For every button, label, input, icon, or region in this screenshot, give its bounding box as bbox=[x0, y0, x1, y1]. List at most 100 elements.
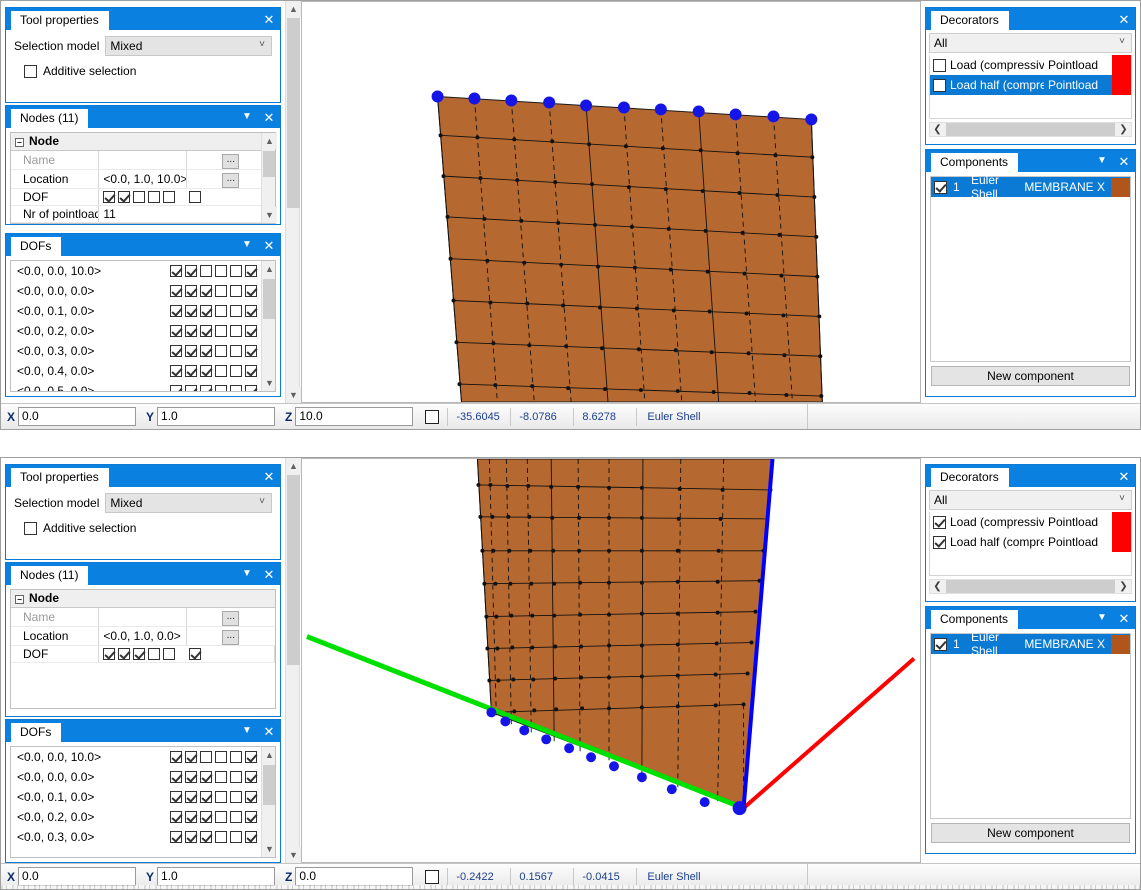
table-row[interactable]: Name ... bbox=[11, 150, 275, 170]
dof-checkbox-2[interactable] bbox=[185, 751, 197, 763]
dof-checkbox-6[interactable] bbox=[245, 305, 257, 317]
dof-checkbox-2[interactable] bbox=[185, 385, 197, 391]
dof-checkbox-group[interactable] bbox=[170, 811, 257, 823]
close-icon[interactable]: ✕ bbox=[262, 470, 276, 483]
dof-checkbox-4[interactable] bbox=[215, 791, 227, 803]
close-icon[interactable]: ✕ bbox=[262, 568, 276, 581]
panel-tab-title[interactable]: Tool properties bbox=[11, 468, 109, 487]
dof-checkbox-1[interactable] bbox=[170, 751, 182, 763]
component-list-item[interactable]: 1 Euler Shell MEMBRANE X bbox=[931, 630, 1130, 658]
additive-selection-row[interactable]: Additive selection bbox=[6, 515, 280, 543]
dof-checkbox-6[interactable] bbox=[245, 751, 257, 763]
dof-checkbox-2[interactable] bbox=[185, 831, 197, 843]
dof-checkbox-1[interactable] bbox=[170, 305, 182, 317]
dof-checkbox-3[interactable] bbox=[133, 190, 146, 203]
dof-checkbox-group[interactable] bbox=[170, 791, 257, 803]
dof-checkbox-1[interactable] bbox=[170, 811, 182, 823]
collapse-icon[interactable]: − bbox=[15, 137, 24, 147]
dof-checkbox-group[interactable] bbox=[170, 831, 257, 843]
dof-checkbox-1[interactable] bbox=[170, 325, 182, 337]
decorator-hscrollbar[interactable]: ❮ ❯ bbox=[929, 122, 1132, 137]
dof-checkbox-4[interactable] bbox=[215, 385, 227, 391]
x-input[interactable]: 0.0 bbox=[18, 407, 137, 426]
dof-checkbox-3[interactable] bbox=[200, 791, 212, 803]
component-color-swatch[interactable] bbox=[1111, 177, 1130, 197]
additive-selection-row[interactable]: Additive selection bbox=[6, 58, 280, 86]
dof-checkbox-4[interactable] bbox=[215, 265, 227, 277]
additive-selection-checkbox[interactable] bbox=[24, 64, 37, 78]
panel-tab-title[interactable]: Components bbox=[931, 153, 1019, 172]
dof-checkbox-4[interactable] bbox=[215, 325, 227, 337]
property-category-row[interactable]: − Node bbox=[11, 590, 275, 608]
scroll-down-icon[interactable]: ▼ bbox=[262, 841, 275, 857]
dof-checkbox-1[interactable] bbox=[170, 791, 182, 803]
scroll-up-icon[interactable]: ▲ bbox=[286, 1, 301, 17]
viewport-bottom[interactable] bbox=[301, 458, 921, 863]
dof-checkbox-5[interactable] bbox=[230, 345, 242, 357]
scroll-down-icon[interactable]: ▼ bbox=[286, 387, 301, 403]
component-color-swatch[interactable] bbox=[1111, 634, 1130, 654]
dof-checkbox-5[interactable] bbox=[230, 811, 242, 823]
left-dock-scrollbar-top[interactable]: ▲ ▼ bbox=[285, 1, 301, 403]
new-component-button[interactable]: New component bbox=[931, 823, 1130, 843]
close-icon[interactable]: ✕ bbox=[1117, 13, 1131, 26]
dof-checkbox-2[interactable] bbox=[185, 265, 197, 277]
dof-checkbox-6[interactable] bbox=[245, 265, 257, 277]
scrollbar-thumb[interactable] bbox=[263, 151, 275, 177]
selection-model-select[interactable]: Mixed ˅ bbox=[105, 493, 272, 513]
decorator-list-item[interactable]: Load (compressive) Pointload bbox=[930, 512, 1131, 532]
dof-checkbox-group[interactable] bbox=[170, 285, 257, 297]
property-grid-scrollbar[interactable]: ▲ ▼ bbox=[261, 133, 277, 223]
dof-checkbox-group[interactable] bbox=[170, 385, 257, 391]
property-value[interactable] bbox=[98, 150, 188, 170]
scrollbar-thumb[interactable] bbox=[946, 580, 1115, 593]
dof-checkbox-1[interactable] bbox=[170, 365, 182, 377]
dof-checkbox-4[interactable] bbox=[215, 811, 227, 823]
z-input[interactable]: 10.0 bbox=[295, 407, 414, 426]
dof-checkbox-1[interactable] bbox=[170, 385, 182, 391]
dof-checkbox-2[interactable] bbox=[185, 771, 197, 783]
dof-checkbox-4[interactable] bbox=[215, 831, 227, 843]
collapse-icon[interactable]: − bbox=[15, 594, 24, 604]
component-list-item[interactable]: 1 Euler Shell MEMBRANE X bbox=[931, 173, 1130, 201]
ellipsis-button[interactable]: ... bbox=[222, 629, 240, 644]
decorator-visibility-checkbox[interactable] bbox=[933, 58, 946, 72]
dof-checkbox-4[interactable] bbox=[215, 365, 227, 377]
y-input[interactable]: 1.0 bbox=[157, 867, 276, 886]
dof-checkbox-4[interactable] bbox=[215, 285, 227, 297]
dof-list-item[interactable]: <0.0, 0.1, 0.0> bbox=[11, 787, 275, 807]
dof-checkbox-2[interactable] bbox=[185, 345, 197, 357]
dof-checkbox-group[interactable] bbox=[103, 190, 270, 203]
dof-checkbox-3[interactable] bbox=[200, 305, 212, 317]
decorator-color-swatch[interactable] bbox=[1112, 532, 1131, 552]
dof-checkbox-3[interactable] bbox=[200, 751, 212, 763]
decorator-color-swatch[interactable] bbox=[1112, 75, 1131, 95]
chevron-down-icon[interactable]: ▼ bbox=[240, 112, 254, 122]
component-visibility-checkbox[interactable] bbox=[934, 180, 947, 194]
table-row[interactable]: Name ... bbox=[11, 607, 275, 627]
dof-checkbox-5[interactable] bbox=[230, 831, 242, 843]
left-dock-scrollbar-bottom[interactable]: ▲ ▼ bbox=[285, 458, 301, 863]
close-icon[interactable]: ✕ bbox=[262, 725, 276, 738]
scroll-down-icon[interactable]: ▼ bbox=[286, 847, 301, 863]
decorator-visibility-checkbox[interactable] bbox=[933, 78, 946, 92]
scroll-down-icon[interactable]: ▼ bbox=[262, 206, 277, 223]
dof-checkbox-group[interactable] bbox=[170, 771, 257, 783]
dof-list-scrollbar[interactable]: ▲ ▼ bbox=[261, 747, 275, 857]
dof-list-item[interactable]: <0.0, 0.0, 10.0> bbox=[11, 261, 275, 281]
dof-list-scrollbar[interactable]: ▲ ▼ bbox=[261, 261, 275, 391]
dof-list-item[interactable]: <0.0, 0.0, 0.0> bbox=[11, 281, 275, 301]
dof-checkbox-4[interactable] bbox=[215, 771, 227, 783]
dof-list-item[interactable]: <0.0, 0.1, 0.0> bbox=[11, 301, 275, 321]
dof-list-item[interactable]: <0.0, 0.2, 0.0> bbox=[11, 807, 275, 827]
dof-checkbox-4[interactable] bbox=[215, 751, 227, 763]
dof-checkbox-5[interactable] bbox=[230, 365, 242, 377]
dof-checkbox-group[interactable] bbox=[170, 751, 257, 763]
table-row[interactable]: Nr of pointloads 11 bbox=[11, 205, 275, 223]
component-visibility-checkbox[interactable] bbox=[934, 637, 947, 651]
dof-checkbox-1[interactable] bbox=[170, 285, 182, 297]
decorator-filter-select[interactable]: All ˅ bbox=[929, 33, 1132, 53]
scrollbar-thumb[interactable] bbox=[263, 279, 275, 319]
dof-checkbox-4[interactable] bbox=[215, 305, 227, 317]
table-row[interactable]: DOF bbox=[11, 645, 275, 663]
